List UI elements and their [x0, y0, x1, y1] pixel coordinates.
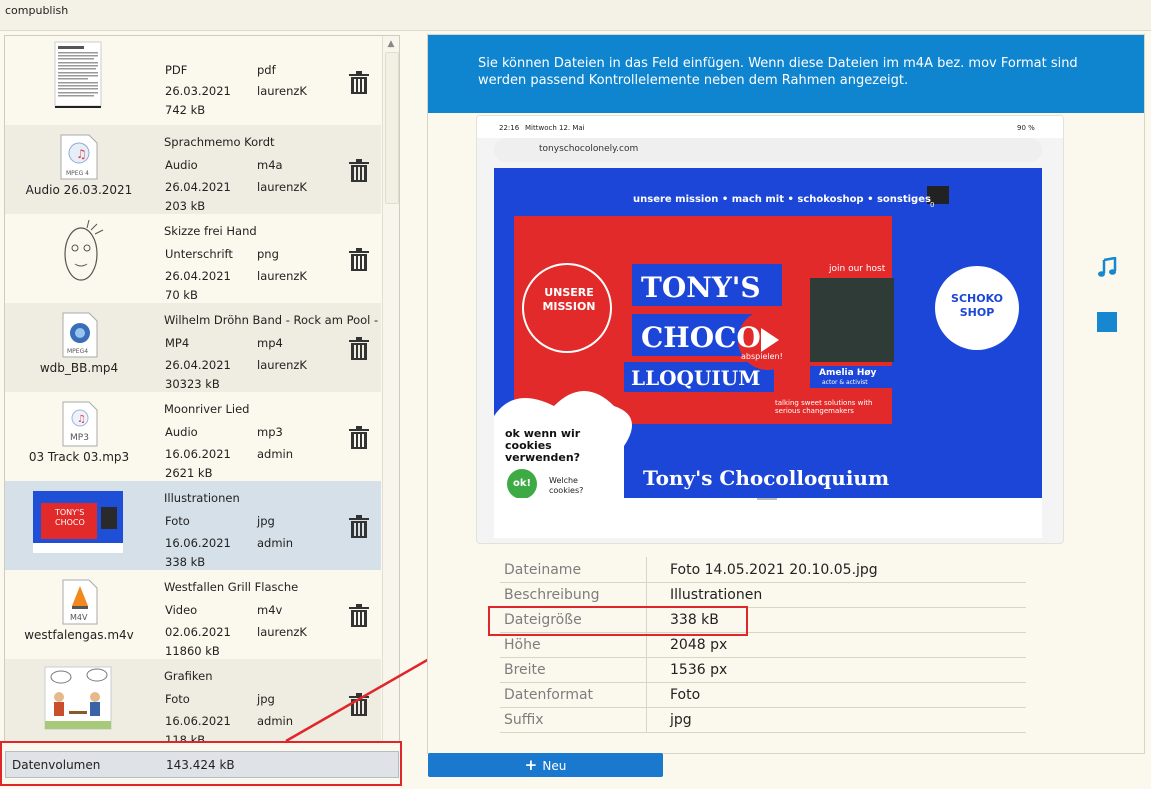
preview-headline-3: LLOQUIUM [631, 366, 761, 390]
detail-row: Breite 1536 px [500, 657, 1026, 683]
stop-square-icon[interactable] [1097, 312, 1117, 332]
preview-headline-2: CHOCO [641, 321, 761, 354]
detail-value: Illustrationen [670, 587, 763, 603]
detail-row: Suffix jpg [500, 707, 1026, 733]
info-banner: Sie können Dateien in das Feld einfügen.… [428, 35, 1144, 113]
preview-nav: unsere mission • mach mit • schokoshop •… [633, 194, 931, 205]
detail-panel: Sie können Dateien in das Feld einfügen.… [427, 34, 1145, 754]
detail-row: Beschreibung Illustrationen [500, 582, 1026, 608]
preview-status-time: 22:16 [499, 124, 520, 132]
detail-value: Foto [670, 687, 701, 703]
detail-key: Beschreibung [504, 587, 600, 603]
new-button[interactable]: + Neu [428, 753, 663, 777]
detail-key: Breite [504, 662, 546, 678]
info-banner-text: Sie können Dateien in das Feld einfügen.… [478, 56, 1078, 88]
music-note-icon[interactable] [1096, 256, 1118, 279]
preview-left-bubble: UNSERE MISSION [542, 286, 596, 313]
detail-key: Dateiname [504, 562, 582, 578]
preview-ok-button[interactable]: ok! [513, 478, 531, 489]
detail-value: jpg [670, 712, 692, 728]
preview-host-role: actor & activist [822, 379, 868, 386]
preview-talking: talking sweet solutions with serious cha… [775, 399, 873, 415]
preview-host-name: Amelia Høy [819, 368, 877, 378]
preview-url: tonyschocolonely.com [539, 144, 639, 154]
preview-footer-title: Tony's Chocolloquium [643, 466, 890, 490]
detail-value: 2048 px [670, 637, 728, 653]
detail-value: Foto 14.05.2021 20.10.05.jpg [670, 562, 878, 578]
detail-key: Datenformat [504, 687, 594, 703]
new-button-label: Neu [542, 759, 567, 773]
preview-play-label[interactable]: abspielen! [741, 352, 783, 361]
detail-key: Suffix [504, 712, 544, 728]
preview-battery: 90 % [1017, 124, 1035, 132]
preview-headline-1: TONY'S [641, 271, 761, 304]
preview-status-date: Mittwoch 12. Mai [525, 124, 585, 132]
preview-join: join our host [829, 264, 886, 274]
detail-key: Höhe [504, 637, 541, 653]
detail-row: Dateiname Foto 14.05.2021 20.10.05.jpg [500, 557, 1026, 583]
preview-cart-count: 0 [930, 201, 935, 209]
image-preview: 22:16 Mittwoch 12. Mai 90 % tonyschocolo… [476, 115, 1064, 544]
preview-which-cookies[interactable]: Welche cookies? [549, 476, 599, 496]
detail-row: Datenformat Foto [500, 682, 1026, 708]
plus-icon: + [524, 756, 538, 774]
detail-value: 1536 px [670, 662, 728, 678]
preview-cookie-question: ok wenn wir cookies verwenden? [505, 427, 581, 464]
preview-right-bubble: SCHOKO SHOP [951, 292, 1003, 319]
highlight-frame-filesize [488, 606, 748, 636]
